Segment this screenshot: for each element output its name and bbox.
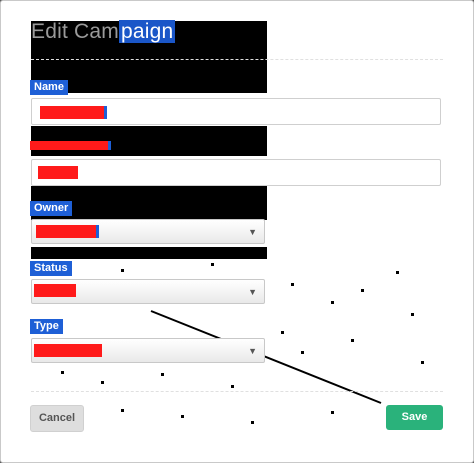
redacted-value: [40, 106, 107, 119]
owner-label: Owner: [30, 201, 73, 216]
noise-dot: [121, 409, 124, 412]
modal-title-selected: paign: [118, 20, 176, 43]
status-select[interactable]: ▼: [31, 279, 265, 304]
noise-dot: [351, 339, 354, 342]
redacted-label: [30, 141, 111, 150]
name-input[interactable]: [31, 98, 441, 125]
redacted-value: [38, 166, 78, 179]
type-select[interactable]: ▼: [31, 338, 265, 363]
noise-dot: [251, 421, 254, 424]
redacted-value: [34, 284, 76, 297]
noise-dot: [231, 385, 234, 388]
noise-dot: [61, 371, 64, 374]
noise-dot: [331, 411, 334, 414]
noise-dot: [101, 381, 104, 384]
type-label: Type: [30, 319, 63, 334]
noise-dot: [411, 313, 414, 316]
noise-artifact: [31, 247, 267, 259]
noise-dot: [301, 351, 304, 354]
cancel-button[interactable]: Cancel: [30, 405, 84, 432]
chevron-down-icon: ▼: [248, 227, 257, 237]
noise-dot: [421, 361, 424, 364]
edit-campaign-modal: Edit Campaign Name Owner ▼ Status ▼ Type…: [0, 0, 474, 463]
owner-select[interactable]: ▼: [31, 219, 265, 244]
noise-dot: [331, 301, 334, 304]
modal-title-prefix: Edit Cam: [31, 20, 119, 43]
name-label: Name: [30, 80, 68, 95]
noise-dot: [211, 263, 214, 266]
redacted-value: [34, 344, 102, 357]
chevron-down-icon: ▼: [248, 346, 257, 356]
noise-dot: [281, 331, 284, 334]
save-button[interactable]: Save: [386, 405, 443, 430]
text-input[interactable]: [31, 159, 441, 186]
noise-dot: [121, 269, 124, 272]
noise-dot: [181, 415, 184, 418]
noise-dot: [291, 283, 294, 286]
noise-dot: [161, 373, 164, 376]
noise-dot: [361, 289, 364, 292]
footer-divider: [31, 391, 443, 392]
redacted-value: [36, 225, 99, 238]
modal-title: Edit Campaign: [31, 20, 176, 44]
status-label: Status: [30, 261, 72, 276]
chevron-down-icon: ▼: [248, 287, 257, 297]
header-divider: [31, 59, 443, 60]
noise-dot: [396, 271, 399, 274]
